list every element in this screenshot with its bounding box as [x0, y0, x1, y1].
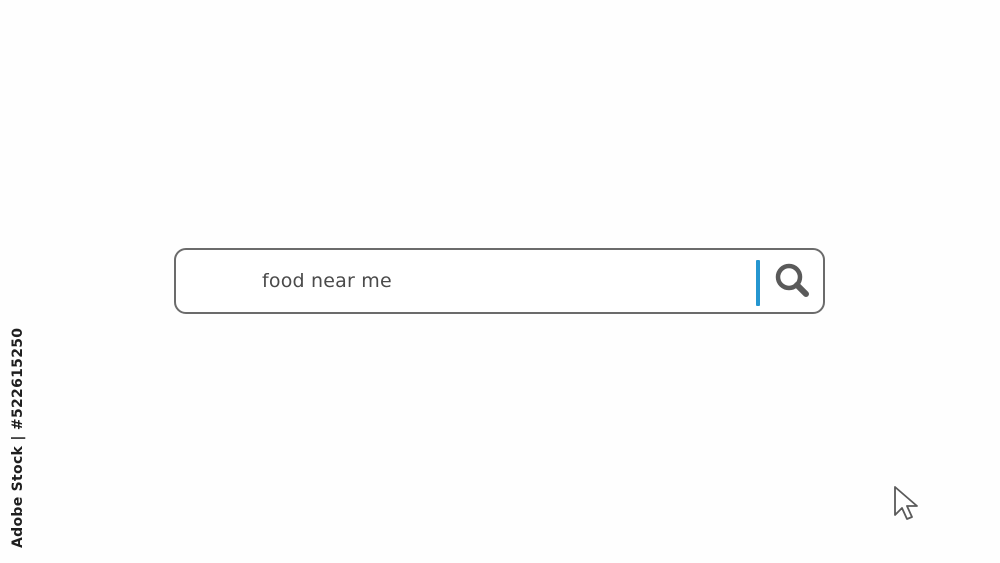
search-button[interactable]: [770, 258, 816, 304]
search-icon: [775, 263, 809, 297]
screen: food near me Adobe Stock | #522615250: [0, 0, 1000, 563]
text-cursor: [756, 260, 760, 306]
search-bar: food near me: [174, 248, 825, 314]
search-input[interactable]: food near me: [262, 250, 742, 312]
stock-id-label: Adobe Stock | #522615250: [10, 327, 26, 548]
mouse-pointer-icon: [893, 485, 923, 525]
